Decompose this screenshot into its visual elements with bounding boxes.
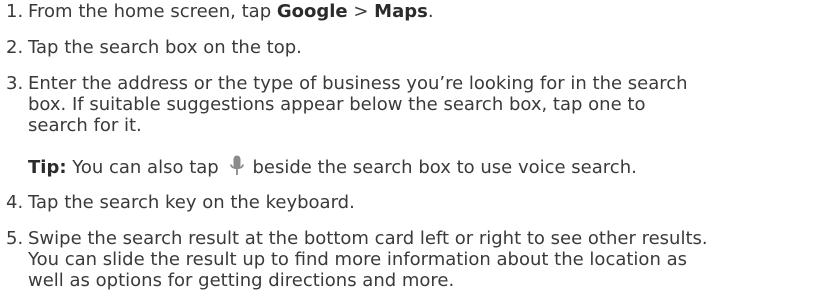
step-text: Swipe the search result at the bottom ca… <box>28 228 708 291</box>
text-line: box. If suitable suggestions appear belo… <box>28 94 646 115</box>
step-number: 2. <box>6 37 24 58</box>
separator: > <box>347 1 375 22</box>
step-number: 4. <box>6 192 24 213</box>
google-label: Google <box>276 1 348 22</box>
step-number: 1. <box>6 1 24 22</box>
step-1-text: From the home screen, tap <box>28 1 277 22</box>
period: . <box>427 1 434 22</box>
text-line: Enter the address or the type of busines… <box>28 73 688 94</box>
step-text: From the home screen, tap Google > Maps. <box>28 1 434 22</box>
tip-label: Tip: <box>28 157 67 178</box>
step-text: Enter the address or the type of busines… <box>28 73 688 136</box>
step-text: Tap the search box on the top. <box>28 37 302 58</box>
step-number: 5. <box>6 228 24 249</box>
text-line: well as options for getting directions a… <box>28 270 455 291</box>
microphone-icon <box>230 155 245 177</box>
text-line: search for it. <box>28 115 142 136</box>
tip-post-text: beside the search box to use voice searc… <box>252 157 637 178</box>
instructions-document: 1. From the home screen, tap Google > Ma… <box>0 0 816 297</box>
step-number: 3. <box>6 73 24 94</box>
step-text: Tap the search key on the keyboard. <box>28 192 355 213</box>
maps-label: Maps <box>374 1 428 22</box>
tip-text: Tip: You can also tap beside the search … <box>28 155 637 178</box>
text-line: You can slide the result up to find more… <box>28 249 687 270</box>
tip-pre-text: You can also tap <box>66 157 225 178</box>
text-line: Swipe the search result at the bottom ca… <box>28 228 708 249</box>
